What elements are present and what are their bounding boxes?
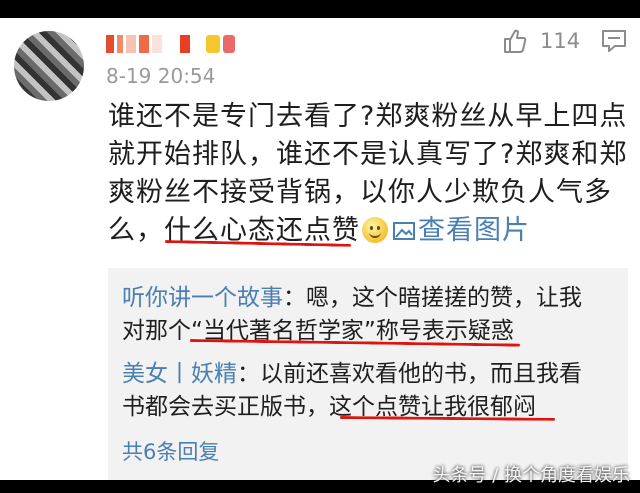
smile-emoji: [362, 217, 388, 243]
comment-body: 谁还不是专门去看了?郑爽粉丝从早上四点 就开始排队，谁还不是认真写了?郑爽和郑 …: [108, 98, 628, 250]
reply-username[interactable]: 听你讲一个故事: [122, 285, 283, 311]
reply-text: ：嗯，这个暗搓搓的赞，让我: [283, 285, 582, 311]
reply-username[interactable]: 美女丨妖精: [122, 361, 237, 387]
comment-line: 爽粉丝不接受背锅，以你人少欺负人气多: [108, 177, 612, 208]
like-count: 114: [540, 29, 581, 53]
comment-line: 就开始排队，谁还不是认真写了?郑爽和郑: [108, 139, 628, 170]
avatar[interactable]: [14, 31, 84, 101]
comment-card: 8-19 20:54 114 谁还不是专门去看了?郑爽粉丝从早上四点 就开始排队…: [0, 18, 640, 480]
view-picture-link[interactable]: 查看图片: [392, 215, 530, 246]
view-picture-label: 查看图片: [418, 215, 530, 246]
more-replies-link[interactable]: 共6条回复: [122, 436, 219, 466]
thumbs-up-icon: [504, 29, 527, 53]
reply-list: 听你讲一个故事：嗯，这个暗搓搓的赞，让我 对那个“当代著名哲学家”称号表示疑惑 …: [108, 268, 628, 480]
like-button[interactable]: 114: [502, 28, 580, 54]
comment-icon[interactable]: [600, 28, 628, 54]
watermark: 头条号 / 换个角度看娱乐: [432, 465, 630, 486]
username-pixelated[interactable]: [106, 32, 238, 56]
reply-text: ：以前还喜欢看他的书，而且我看: [237, 361, 582, 387]
comment-line-last: 么，什么心态还点赞 查看图片: [108, 212, 628, 250]
reply-item: 美女丨妖精：以前还喜欢看他的书，而且我看 书都会去买正版书，这个点赞让我很郁闷: [122, 358, 612, 424]
comment-line: 谁还不是专门去看了?郑爽粉丝从早上四点: [108, 101, 628, 132]
image-icon: [393, 222, 415, 240]
comment-time: 8-19 20:54: [106, 64, 216, 88]
comment-line-prefix: 么，: [108, 215, 164, 246]
